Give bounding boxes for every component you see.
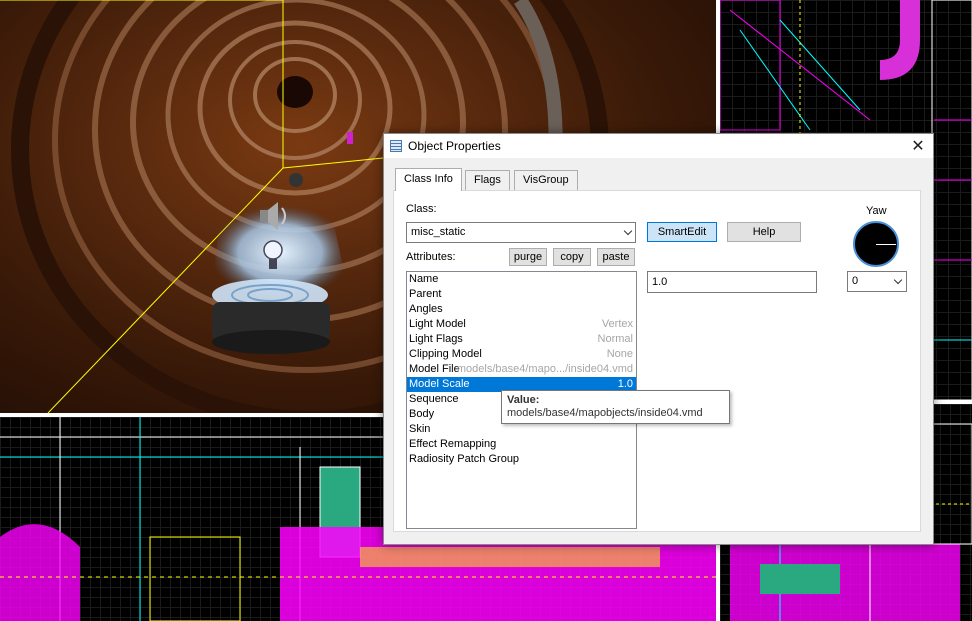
class-label: Class: bbox=[406, 203, 437, 215]
yaw-select[interactable]: 0 bbox=[847, 271, 907, 292]
value-tooltip: Value: models/base4/mapobjects/inside04.… bbox=[501, 390, 730, 424]
title-bar[interactable]: Object Properties ✕ bbox=[384, 134, 933, 158]
list-item[interactable]: Light Model Vertex bbox=[407, 317, 636, 332]
copy-button[interactable]: copy bbox=[553, 248, 591, 266]
window-icon bbox=[390, 140, 402, 152]
class-info-panel: Class: misc_static SmartEdit Help Attrib… bbox=[393, 190, 921, 532]
dialog-title: Object Properties bbox=[408, 139, 501, 153]
chevron-down-icon bbox=[623, 226, 633, 236]
paste-button[interactable]: paste bbox=[597, 248, 635, 266]
list-item[interactable]: Effect Remapping bbox=[407, 437, 636, 452]
tooltip-title: Value: bbox=[507, 394, 540, 406]
class-value: misc_static bbox=[411, 226, 466, 238]
class-select[interactable]: misc_static bbox=[406, 222, 636, 243]
list-item[interactable]: Clipping Model None bbox=[407, 347, 636, 362]
list-item[interactable]: Radiosity Patch Group bbox=[407, 452, 636, 467]
tab-class-info[interactable]: Class Info bbox=[395, 168, 462, 191]
list-item[interactable]: Model File models/base4/mapo.../inside04.… bbox=[407, 362, 636, 377]
tab-visgroup[interactable]: VisGroup bbox=[514, 170, 578, 190]
list-item[interactable]: Angles bbox=[407, 302, 636, 317]
close-button[interactable]: ✕ bbox=[903, 134, 933, 158]
chevron-down-icon bbox=[893, 275, 903, 285]
attributes-label: Attributes: bbox=[406, 251, 456, 263]
yaw-label: Yaw bbox=[866, 205, 887, 217]
yaw-dial[interactable] bbox=[853, 221, 899, 267]
tab-flags[interactable]: Flags bbox=[465, 170, 510, 190]
list-item[interactable]: Name bbox=[407, 272, 636, 287]
close-icon: ✕ bbox=[911, 138, 925, 155]
yaw-value: 0 bbox=[852, 275, 859, 287]
object-properties-dialog: Object Properties ✕ Class Info Flags Vis… bbox=[383, 133, 934, 545]
list-item[interactable]: Parent bbox=[407, 287, 636, 302]
smartedit-button[interactable]: SmartEdit bbox=[647, 222, 717, 242]
value-input[interactable]: 1.0 bbox=[647, 271, 817, 293]
purge-button[interactable]: purge bbox=[509, 248, 547, 266]
list-item[interactable]: Light Flags Normal bbox=[407, 332, 636, 347]
tooltip-text: models/base4/mapobjects/inside04.vmd bbox=[507, 407, 703, 419]
help-button[interactable]: Help bbox=[727, 222, 801, 242]
list-item[interactable]: Skin bbox=[407, 422, 636, 437]
